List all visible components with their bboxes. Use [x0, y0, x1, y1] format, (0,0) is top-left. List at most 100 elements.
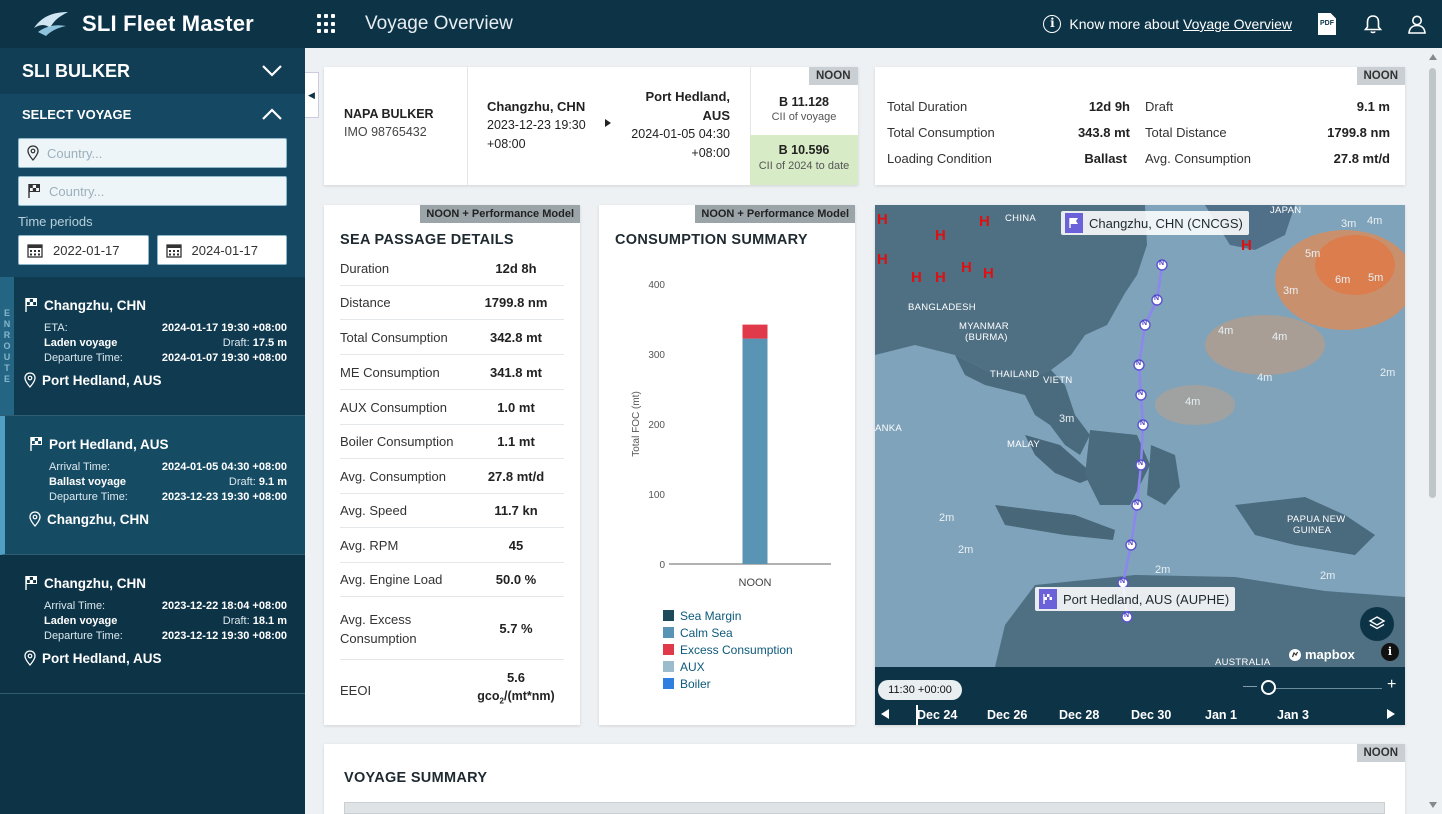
- checkered-flag-icon: [30, 437, 42, 451]
- arrival-tz: +08:00: [691, 146, 730, 160]
- scroll-thumb[interactable]: [1429, 68, 1436, 498]
- chart-legend: Sea Margin Calm Sea Excess Consumption AUX B…: [663, 607, 793, 692]
- zoom-in-button[interactable]: +: [1387, 676, 1396, 694]
- know-more-target[interactable]: Voyage Overview: [1183, 16, 1292, 32]
- row-value: 5.7 %: [499, 620, 533, 636]
- know-more-link[interactable]: Know more about Voyage Overview: [1069, 16, 1292, 32]
- route-noon-marker[interactable]: N: [1142, 320, 1147, 327]
- zoom-slider-knob[interactable]: [1261, 680, 1276, 695]
- y-tick-label: 200: [648, 420, 665, 431]
- timeline-date[interactable]: Jan 3: [1277, 708, 1309, 722]
- timeline-date[interactable]: Dec 24: [917, 708, 957, 722]
- wave-height-label: 4m: [1367, 215, 1383, 227]
- user-profile-icon[interactable]: [1406, 13, 1428, 35]
- departure-port: Changzhu, CHN: [487, 99, 586, 114]
- voyage-arrival-row: Arrival Time: 2023-12-22 18:04 +08:00: [44, 600, 287, 612]
- ship-info: NAPA BULKER IMO 98765432: [344, 107, 434, 139]
- voyage-card-enroute[interactable]: ENROUTE Changzhu, CHN ETA: 2024-01-17 19:…: [0, 277, 305, 416]
- route-noon-marker[interactable]: N: [1140, 420, 1145, 427]
- voyage-condition-row: Ballast voyage Draft: 9.1 m: [49, 476, 287, 488]
- row-value: 11.7 kn: [494, 502, 538, 518]
- route-noon-marker[interactable]: N: [1154, 295, 1159, 302]
- origin-country-input[interactable]: Country...: [18, 138, 287, 168]
- map-region-label: BANGLADESH: [908, 302, 976, 313]
- brand[interactable]: SLI Fleet Master: [0, 0, 305, 48]
- map-region-label: ANKA: [875, 423, 903, 434]
- sea-passage-card: NOON + Performance Model SEA PASSAGE DET…: [324, 205, 580, 725]
- arrival-port-line2: AUS: [702, 108, 730, 123]
- route-noon-marker[interactable]: N: [1128, 540, 1133, 547]
- chevron-up-icon[interactable]: [261, 107, 283, 121]
- collapse-sidebar-button[interactable]: ◀: [305, 72, 319, 118]
- legend-item[interactable]: Boiler: [663, 675, 793, 692]
- row-label: AUX Consumption: [340, 400, 447, 415]
- map-info-icon[interactable]: i: [1381, 643, 1399, 661]
- app-name: SLI Fleet Master: [82, 11, 254, 36]
- row-label: Avg. RPM: [340, 538, 399, 553]
- row-label: Total Consumption: [340, 330, 448, 345]
- zoom-slider-track[interactable]: [1267, 688, 1382, 689]
- sea-passage-row: Avg. Engine Load 50.0 %: [340, 563, 564, 597]
- timeline-date[interactable]: Jan 1: [1205, 708, 1237, 722]
- route-noon-marker[interactable]: N: [1124, 612, 1129, 619]
- map-region-label: CHINA: [1005, 213, 1037, 224]
- vessel-name: SLI BULKER: [22, 60, 130, 81]
- timeline-date[interactable]: Dec 28: [1059, 708, 1099, 722]
- voyage-origin: Port Hedland, AUS: [29, 436, 287, 452]
- legend-item[interactable]: AUX: [663, 658, 793, 675]
- row-value: 12d 8h: [495, 260, 537, 276]
- checkered-flag-icon: [1039, 589, 1057, 609]
- row-value: 1.1 mt: [497, 433, 535, 449]
- origin-port-marker[interactable]: Changzhu, CHN (CNCGS): [1061, 211, 1249, 235]
- route-noon-marker[interactable]: N: [1138, 390, 1143, 397]
- map-layers-button[interactable]: [1360, 607, 1394, 641]
- zoom-out-button[interactable]: —: [1243, 677, 1257, 693]
- voyage-departure-row: Departure Time: 2023-12-12 19:30 +08:00: [44, 630, 287, 642]
- legend-item[interactable]: Excess Consumption: [663, 641, 793, 658]
- sea-passage-row: Duration 12d 8h: [340, 252, 564, 286]
- voyage-filter: Country... Country... Time periods 2022-…: [0, 134, 305, 277]
- destination-port-marker[interactable]: Port Hedland, AUS (AUPHE): [1035, 587, 1236, 611]
- route-noon-marker[interactable]: N: [1134, 500, 1139, 507]
- wave-height-label: 6m: [1335, 274, 1351, 286]
- route-map[interactable]: Changzhu, CHN (CNCGS) Port Hedland, AUS …: [875, 205, 1405, 725]
- date-to-input[interactable]: 2024-01-17: [156, 235, 287, 265]
- scroll-down-button[interactable]: [1429, 802, 1437, 808]
- notification-bell-icon[interactable]: [1362, 13, 1384, 35]
- voyage-card-selected[interactable]: Port Hedland, AUS Arrival Time: 2024-01-0…: [0, 416, 305, 555]
- route-noon-marker[interactable]: N: [1120, 578, 1125, 585]
- apps-grid-icon[interactable]: [317, 14, 337, 34]
- page-scrollbar[interactable]: [1425, 48, 1442, 814]
- row-label: ME Consumption: [340, 365, 440, 380]
- scroll-up-button[interactable]: [1429, 54, 1437, 60]
- row-value: 1799.8 nm: [484, 294, 548, 310]
- row-label: Avg. Excess Consumption: [340, 611, 417, 646]
- pdf-export-icon[interactable]: PDF: [1318, 13, 1336, 35]
- timeline-next-button[interactable]: [1387, 709, 1395, 719]
- location-pin-icon: [29, 511, 41, 527]
- select-voyage-header[interactable]: SELECT VOYAGE: [0, 94, 305, 134]
- timeline-dates[interactable]: Dec 24 Dec 26 Dec 28 Dec 30 Jan 1 Jan 3: [875, 705, 1405, 725]
- route-noon-marker[interactable]: N: [1138, 460, 1143, 467]
- timeline-date[interactable]: Dec 26: [987, 708, 1027, 722]
- voyage-condition-row: Laden voyage Draft: 17.5 m: [44, 337, 287, 349]
- legend-item[interactable]: Sea Margin: [663, 607, 793, 624]
- checkered-flag-icon: [25, 298, 37, 312]
- chevron-down-icon[interactable]: [261, 64, 283, 78]
- eeoi-value: 5.6: [506, 670, 526, 686]
- route-noon-marker[interactable]: N: [1136, 360, 1141, 367]
- vessel-selector[interactable]: SLI BULKER: [0, 48, 305, 94]
- wave-height-label: 5m: [1305, 248, 1321, 260]
- location-pin-icon: [24, 372, 36, 388]
- row-value: 342.8 mt: [489, 329, 543, 345]
- row-value: 50.0 %: [495, 571, 537, 587]
- timeline-date[interactable]: Dec 30: [1131, 708, 1171, 722]
- destination-country-placeholder: Country...: [49, 183, 105, 199]
- legend-label: Excess Consumption: [680, 642, 793, 657]
- cii-voyage-value: B 11.128: [778, 95, 830, 109]
- voyage-card[interactable]: Changzhu, CHN Arrival Time: 2023-12-22 18…: [0, 555, 305, 694]
- destination-country-input[interactable]: Country...: [18, 176, 287, 206]
- date-from-input[interactable]: 2022-01-17: [18, 235, 149, 265]
- route-noon-marker[interactable]: N: [1159, 260, 1164, 267]
- legend-item[interactable]: Calm Sea: [663, 624, 793, 641]
